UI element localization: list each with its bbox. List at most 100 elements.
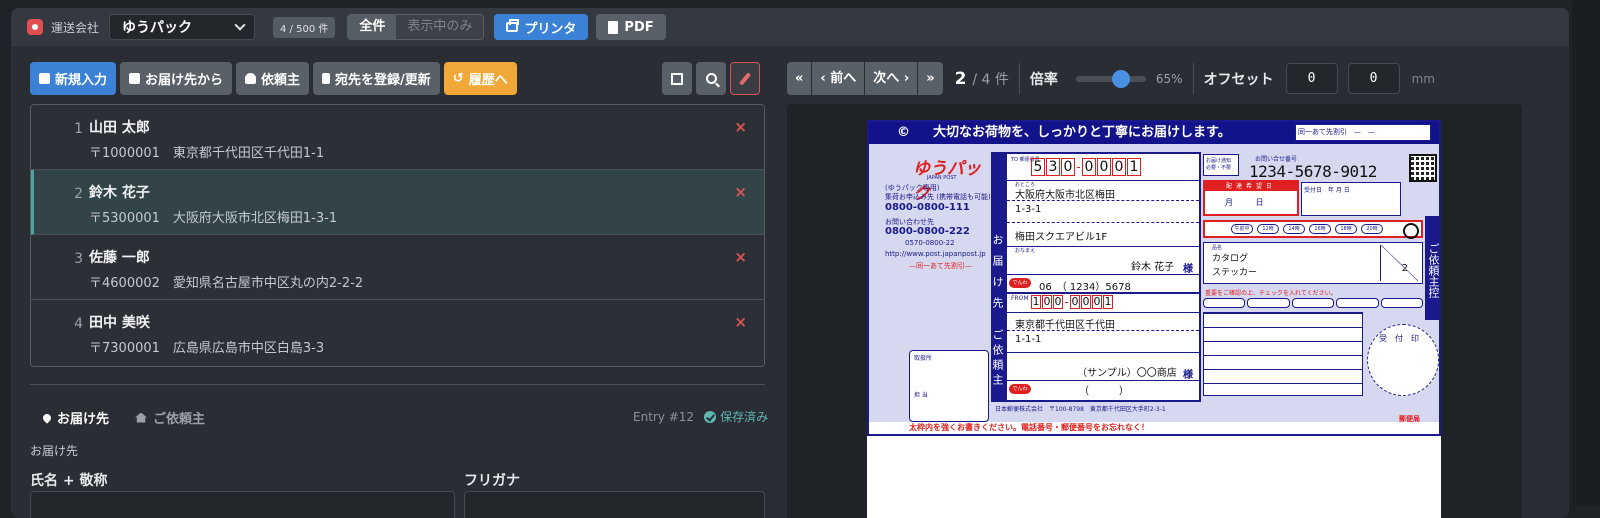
receipt-place-label: 取扱所 [914, 355, 933, 362]
entry-name: 佐藤 一郎 [89, 250, 150, 266]
offset-x-input[interactable]: 0 [1285, 63, 1338, 94]
search-icon [705, 73, 717, 84]
to-tel: 06 （ 1234）5678 [1039, 282, 1131, 293]
label-left-info: ゆうパック JAPAN POST (ゆうパック専用) 集荷お申込み先 (携帯電話… [869, 146, 991, 428]
entry-id: Entry #12 [633, 409, 695, 424]
scrollbar[interactable] [1572, 0, 1600, 505]
prev-page-button[interactable]: ‹ 前へ [812, 62, 866, 95]
chevron-down-icon [234, 19, 246, 31]
divider [1007, 180, 1199, 181]
count-badge: 4 / 500 件 [273, 16, 336, 38]
info-line: 0570-0800-22 [905, 239, 955, 247]
carrier-select[interactable]: ゆうパック [109, 14, 256, 40]
honorific: 様 [1183, 264, 1193, 275]
item-label: 品名 [1212, 245, 1223, 251]
delete-icon[interactable]: × [734, 248, 747, 266]
brand-sub: JAPAN POST [927, 175, 957, 181]
list-item[interactable]: 2 鈴木 花子 〒5300001 大阪府大阪市北区梅田1-3-1 × [31, 170, 764, 235]
zip-digit: 1 [1103, 295, 1113, 309]
label-right-area: お届け通知 必要・不要 お問い合せ番号 1234-5678-9012 配達希望日… [1203, 152, 1441, 422]
user-icon [245, 73, 257, 84]
sender-copy-text: ご依頼主控 [1427, 242, 1440, 298]
item-line-2: ステッカー [1212, 268, 1258, 278]
current-page: 2 [954, 68, 967, 89]
delivery-date-box: 配達希望日 月 日 [1203, 180, 1299, 216]
saved-label: 保存済み [720, 410, 769, 424]
entry-status: Entry #12 保存済み [633, 408, 768, 425]
next-page-button[interactable]: 次へ › [865, 62, 919, 95]
zip-digit: 0 [1082, 158, 1096, 176]
tab-recipient[interactable]: お届け先 [41, 408, 109, 427]
entry-toolbar: 新規入力 お届け先から 依頼主 宛先を登録/更新 ↺ 履歴へ [30, 62, 517, 95]
first-page-button[interactable]: « [787, 62, 813, 95]
shipping-label: © 大切なお荷物を、しっかりと丁寧にお届けします。 同一あて先割引 — — ゆう… [867, 120, 1441, 436]
option-pills [1203, 298, 1424, 308]
tab-sender[interactable]: ご依頼主 [135, 408, 205, 427]
delete-icon[interactable]: × [734, 313, 747, 331]
new-entry-button[interactable]: 新規入力 [30, 62, 117, 95]
entry-address: 〒1000001 東京都千代田区千代田1-1 [89, 146, 325, 161]
entry-name: 山田 太郎 [89, 120, 150, 136]
entry-number: 4 [74, 316, 83, 332]
entry-name: 田中 美咲 [89, 315, 150, 331]
bookmark-icon [322, 73, 331, 84]
from-recipient-button[interactable]: お届け先から [120, 62, 233, 95]
divider [1007, 352, 1199, 353]
clear-button[interactable] [730, 62, 760, 95]
pdf-button[interactable]: PDF [596, 14, 666, 40]
list-item[interactable]: 1 山田 太郎 〒1000001 東京都千代田区千代田1-1 × [31, 105, 764, 170]
from-tag: FROM [1011, 295, 1029, 302]
history-button[interactable]: ↺ 履歴へ [443, 62, 517, 95]
delete-icon[interactable]: × [734, 118, 747, 136]
delete-icon[interactable]: × [734, 183, 747, 201]
carrier-value: ゆうパック [122, 20, 193, 36]
list-item[interactable]: 3 佐藤 一郎 〒4600002 愛知県名古屋市中区丸の内2-2-2 × [31, 235, 764, 300]
fullscreen-button[interactable] [662, 62, 692, 95]
name-field-label: 氏名 + 敬称 [30, 473, 108, 489]
entry-number: 1 [74, 121, 83, 137]
tel-tag: でんわ [1009, 384, 1031, 394]
check-circle-icon [704, 410, 717, 423]
divider [1007, 380, 1199, 381]
separator [1192, 63, 1194, 94]
person-label: 担 当 [914, 392, 928, 399]
zip-digit: 3 [1046, 158, 1060, 176]
sender-button[interactable]: 依頼主 [236, 62, 310, 95]
item-box: 品名 カタログ ステッカー 2 [1203, 242, 1423, 284]
offset-y-input[interactable]: 0 [1347, 63, 1400, 94]
print-button[interactable]: プリンタ [494, 14, 589, 40]
divider [1007, 246, 1199, 247]
discount-box: 同一あて先割引 — — [1295, 124, 1431, 141]
section-label: お届け先 [30, 444, 79, 458]
info-line: 集荷お申込み先 (携帯電話も可能) [885, 193, 991, 201]
search-button[interactable] [696, 62, 726, 95]
filter-visible-button[interactable]: 表示中のみ [396, 15, 484, 39]
page-indicator: 2 / 4 件 [955, 69, 1009, 89]
zip-digit: 0 [1097, 158, 1111, 176]
zoom-slider-handle[interactable] [1112, 69, 1131, 88]
zip-digit: 0 [1081, 295, 1091, 309]
filter-all-button[interactable]: 全件 [348, 15, 397, 39]
divider [1007, 200, 1199, 201]
to-vertical-text: お届け先 [991, 234, 1004, 318]
list-item[interactable]: 4 田中 美咲 〒7300001 広島県広島市中区白島3-3 × [31, 300, 764, 365]
info-line: (ゆうパック専用) [885, 184, 940, 192]
zip-digit: 1 [1031, 295, 1041, 309]
printer-icon [506, 19, 520, 32]
info-line: —同一あて先割引— [909, 262, 972, 270]
qr-code-icon [1409, 154, 1437, 182]
app-window: 運送会社 ゆうパック 4 / 500 件 全件 表示中のみ プリンタ PDF 新… [11, 8, 1569, 518]
last-page-button[interactable]: » [918, 62, 943, 95]
tab-sender-label: ご依頼主 [153, 412, 206, 427]
notice-box: お届け通知 必要・不要 [1203, 154, 1239, 176]
company-line: 日本郵便株式会社 〒100-8798 東京都千代田区大手町2-3-1 [995, 406, 1166, 413]
receipt-place-box: 取扱所 担 当 [909, 350, 989, 422]
zoom-slider[interactable] [1075, 69, 1146, 88]
kana-field-label: フリガナ [464, 473, 520, 489]
divider [1007, 292, 1199, 294]
register-address-button[interactable]: 宛先を登録/更新 [313, 62, 440, 95]
offset-unit: mm [1411, 71, 1435, 86]
pdf-icon [608, 20, 619, 34]
entry-list: 1 山田 太郎 〒1000001 東京都千代田区千代田1-1 × 2 鈴木 花子… [30, 104, 765, 367]
divider [1007, 312, 1199, 313]
